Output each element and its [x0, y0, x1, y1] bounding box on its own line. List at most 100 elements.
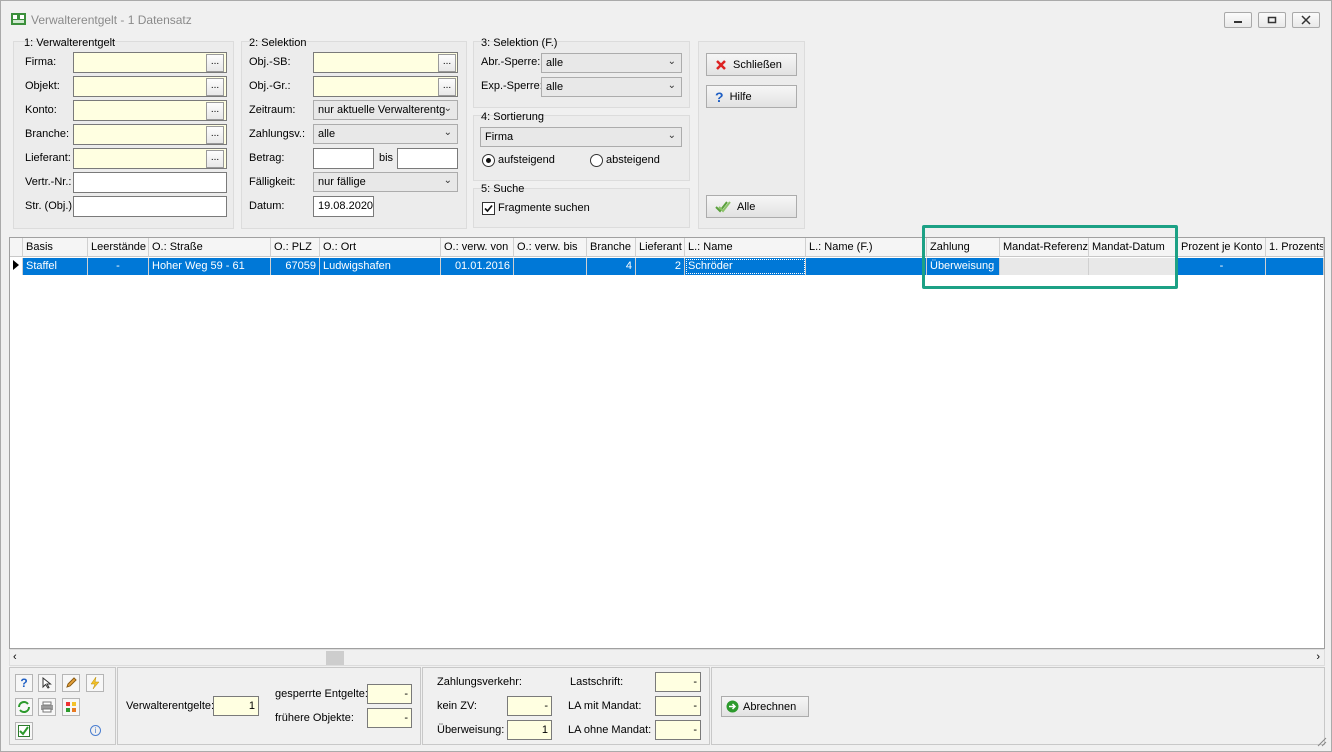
alle-button[interactable]: Alle [706, 195, 797, 218]
objekt-lookup-button[interactable]: ... [206, 78, 224, 96]
obj-sb-lookup-button[interactable]: ... [438, 54, 456, 72]
col-branche[interactable]: Branche [587, 238, 636, 257]
branche-lookup-button[interactable]: ... [206, 126, 224, 144]
firma-field[interactable] [73, 52, 227, 73]
minimize-button[interactable] [1224, 12, 1252, 28]
table-cell-l-name-f[interactable] [806, 258, 927, 275]
table-cell-erste-prozents[interactable] [1266, 258, 1324, 275]
chevron-down-icon: ⌄ [667, 80, 676, 91]
horizontal-scrollbar[interactable]: ‹ › [9, 649, 1325, 666]
betrag-to-field[interactable] [397, 148, 458, 169]
col-prozent-je-konto[interactable]: Prozent je Konto [1178, 238, 1266, 257]
chevron-down-icon: ⌄ [443, 103, 452, 114]
branche-field[interactable] [73, 124, 227, 145]
info-icon[interactable]: i [90, 725, 101, 736]
group5-legend: 5: Suche [481, 183, 525, 195]
col-plz[interactable]: O.: PLZ [271, 238, 320, 257]
col-verw-bis[interactable]: O.: verw. bis [514, 238, 587, 257]
chevron-down-icon: ⌄ [443, 127, 452, 138]
fragmente-checkbox[interactable] [482, 202, 495, 215]
la-mit-mandat-count: - [655, 696, 701, 716]
obj-sb-field[interactable] [313, 52, 458, 73]
pencil-icon[interactable] [62, 674, 80, 692]
str-obj-field[interactable] [73, 196, 227, 217]
col-strasse[interactable]: O.: Straße [149, 238, 271, 257]
chevron-down-icon: ⌄ [667, 130, 676, 141]
col-l-name[interactable]: L.: Name [685, 238, 806, 257]
faelligkeit-select[interactable]: nur fällige ⌄ [313, 172, 458, 192]
table-cell-strasse[interactable]: Hoher Weg 59 - 61 [149, 258, 271, 275]
betrag-from-field[interactable] [313, 148, 374, 169]
la-ohne-mandat-count: - [655, 720, 701, 740]
konto-lookup-button[interactable]: ... [206, 102, 224, 120]
verwalterentgelte-count: 1 [213, 696, 259, 716]
obj-gr-field[interactable] [313, 76, 458, 97]
lightning-icon[interactable] [86, 674, 104, 692]
minimize-icon [1234, 21, 1242, 23]
exp-sperre-select[interactable]: alle ⌄ [541, 77, 682, 97]
resize-grip-icon[interactable] [1315, 735, 1327, 747]
absteigend-radio[interactable] [590, 154, 603, 167]
table-cell-verw-bis[interactable] [514, 258, 587, 275]
checkbox-icon[interactable] [15, 722, 33, 740]
printer-icon[interactable] [38, 698, 56, 716]
objekt-field[interactable] [73, 76, 227, 97]
abrechnen-button[interactable]: Abrechnen [721, 696, 809, 717]
abr-sperre-select[interactable]: alle ⌄ [541, 53, 682, 73]
zahlungsv-select[interactable]: alle ⌄ [313, 124, 458, 144]
lieferant-field[interactable] [73, 148, 227, 169]
row-indicator[interactable] [10, 258, 23, 275]
hilfe-button[interactable]: ? Hilfe [706, 85, 797, 108]
objekt-label: Objekt: [25, 80, 60, 92]
table-cell-verw-von[interactable]: 01.01.2016 [441, 258, 514, 275]
ueberweisung-count: 1 [507, 720, 552, 740]
sortierung-value: Firma [485, 131, 514, 143]
aufsteigend-label: aufsteigend [498, 154, 555, 166]
table-cell-branche[interactable]: 4 [587, 258, 636, 275]
obj-gr-lookup-button[interactable]: ... [438, 78, 456, 96]
col-l-name-f[interactable]: L.: Name (F.) [806, 238, 927, 257]
group2-legend: 2: Selektion [249, 37, 307, 49]
group-selektion-f [473, 41, 690, 108]
scroll-right-icon[interactable]: › [1316, 651, 1320, 663]
col-ort[interactable]: O.: Ort [320, 238, 441, 257]
title-bar: Verwalterentgelt - 1 Datensatz [1, 1, 1331, 37]
table-cell-basis[interactable]: Staffel [23, 258, 88, 275]
col-verw-von[interactable]: O.: verw. von [441, 238, 514, 257]
table-cell-ort[interactable]: Ludwigshafen [320, 258, 441, 275]
current-row-arrow-icon [13, 260, 19, 270]
table-cell-lieferant[interactable]: 2 [636, 258, 685, 275]
table-cell-leerstaende[interactable]: - [88, 258, 149, 275]
pointer-icon[interactable] [38, 674, 56, 692]
table-cell-plz[interactable]: 67059 [271, 258, 320, 275]
aufsteigend-radio[interactable] [482, 154, 495, 167]
betrag-label: Betrag: [249, 152, 285, 164]
help-icon[interactable]: ? [15, 674, 33, 692]
grid-colors-icon[interactable] [62, 698, 80, 716]
restore-icon [1267, 16, 1277, 24]
data-grid[interactable]: Basis Leerstände O.: Straße O.: PLZ O.: … [9, 237, 1325, 649]
table-cell-prozent-je-konto[interactable]: - [1178, 258, 1266, 275]
scroll-left-icon[interactable]: ‹ [13, 651, 17, 663]
col-lieferant[interactable]: Lieferant [636, 238, 685, 257]
col-basis[interactable]: Basis [23, 238, 88, 257]
konto-field[interactable] [73, 100, 227, 121]
lieferant-lookup-button[interactable]: ... [206, 150, 224, 168]
table-cell-l-name[interactable]: Schröder [685, 258, 806, 275]
scrollbar-thumb[interactable] [326, 651, 344, 665]
gesperrte-count: - [367, 684, 412, 704]
firma-label: Firma: [25, 56, 57, 68]
col-erste-prozents[interactable]: 1. Prozents [1266, 238, 1324, 257]
close-window-button[interactable] [1292, 12, 1320, 28]
abr-sperre-label: Abr.-Sperre: [481, 56, 541, 68]
vertr-nr-field[interactable] [73, 172, 227, 193]
sortierung-select[interactable]: Firma ⌄ [480, 127, 682, 147]
firma-lookup-button[interactable]: ... [206, 54, 224, 72]
datum-field[interactable]: 19.08.2020 [313, 196, 374, 217]
schliessen-button[interactable]: Schließen [706, 53, 797, 76]
kein-zv-label: kein ZV: [437, 700, 477, 712]
refresh-icon[interactable] [15, 698, 33, 716]
col-leerstaende[interactable]: Leerstände [88, 238, 149, 257]
maximize-button[interactable] [1258, 12, 1286, 28]
zeitraum-select[interactable]: nur aktuelle Verwalterentg ⌄ [313, 100, 458, 120]
